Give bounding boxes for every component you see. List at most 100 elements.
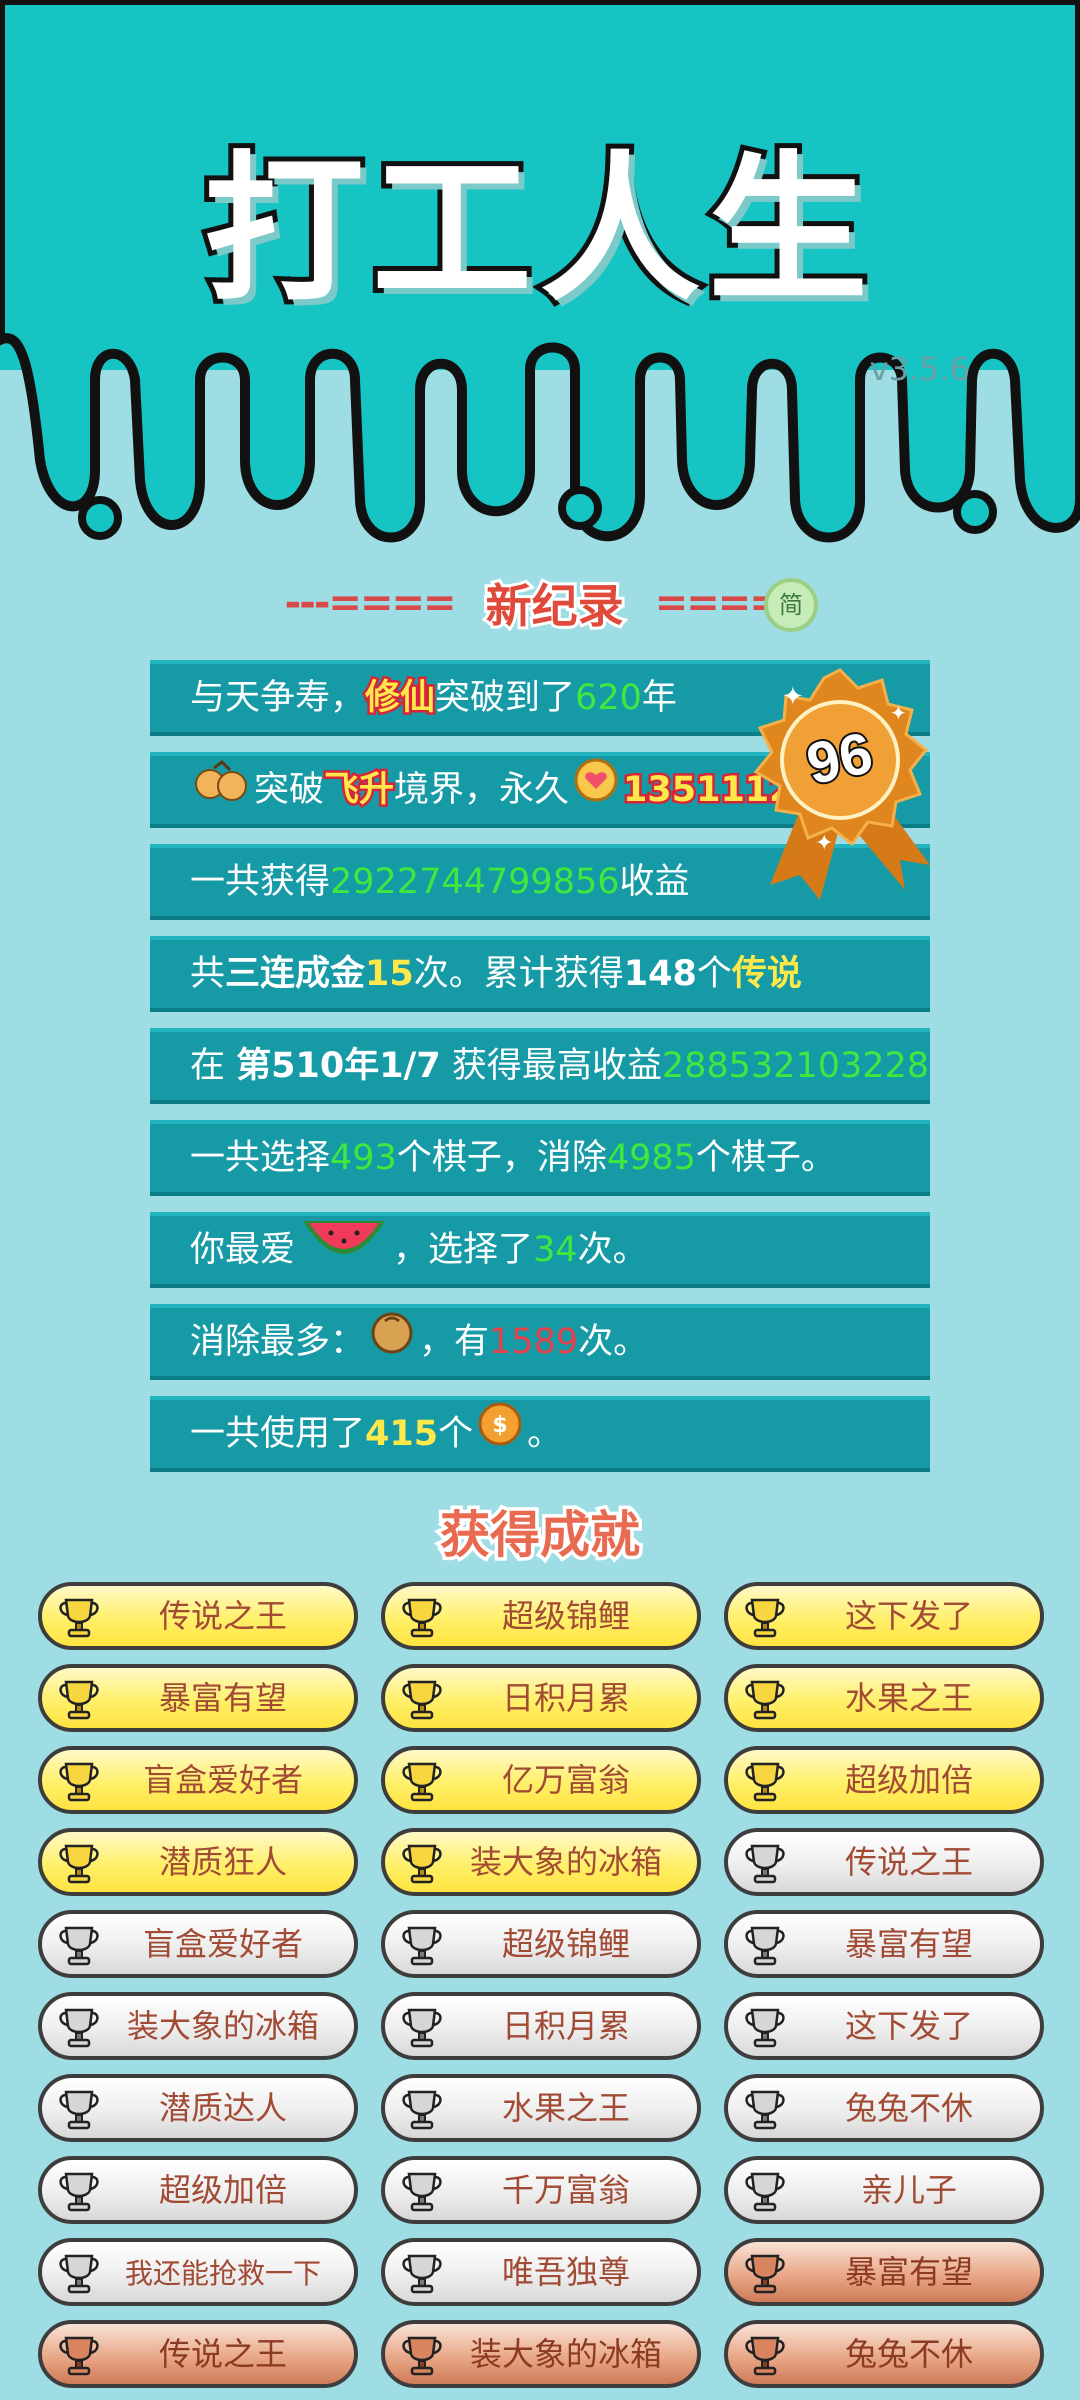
- stat-text: 年: [641, 678, 677, 718]
- achievement-label: 兔兔不休: [844, 2089, 973, 2127]
- achievement-label: 我还能抢救一下: [124, 2257, 321, 2290]
- trophy-icon: [742, 1922, 788, 1968]
- achievement-label: 这下发了: [844, 1597, 973, 1635]
- achievements-grid: 传说之王 超级锦鲤 这下发了 暴富有望 日积月累 水果之王 盲盒爱好者 亿万富翁 超级加倍 潜质狂…: [38, 1582, 1044, 2388]
- achievement-badge[interactable]: 这下发了: [724, 1582, 1044, 1650]
- stat-row: 一共选择493个棋子，消除4985个棋子。: [150, 1120, 930, 1196]
- achievement-badge[interactable]: 唯吾独尊: [381, 2238, 701, 2306]
- stat-text: ，选择了: [393, 1230, 534, 1270]
- achievement-label: 传说之王: [844, 1843, 973, 1881]
- stat-row: 一共使用了415个 $ 。: [150, 1396, 930, 1472]
- achievement-badge[interactable]: 超级加倍: [724, 1746, 1044, 1814]
- achievement-label: 唯吾独尊: [501, 2253, 630, 2291]
- achievement-badge[interactable]: 盲盒爱好者: [38, 1910, 358, 1978]
- achievement-label: 传说之王: [158, 1597, 287, 1635]
- achievement-badge[interactable]: 日积月累: [381, 1992, 701, 2060]
- achievement-badge[interactable]: 传说之王: [38, 1582, 358, 1650]
- stat-text: 突破到了: [435, 678, 576, 718]
- achievement-badge[interactable]: 暴富有望: [38, 1664, 358, 1732]
- achievement-label: 暴富有望: [844, 2253, 973, 2291]
- trophy-icon: [742, 2168, 788, 2214]
- achievement-label: 暴富有望: [158, 1679, 287, 1717]
- stat-text: 一共获得: [190, 862, 331, 902]
- achievement-badge[interactable]: 超级锦鲤: [381, 1910, 701, 1978]
- achievement-badge[interactable]: 装大象的冰箱: [38, 1992, 358, 2060]
- simplified-toggle-button[interactable]: 简: [764, 578, 818, 632]
- achievement-badge[interactable]: 盲盒爱好者: [38, 1746, 358, 1814]
- trophy-icon: [56, 1922, 102, 1968]
- trophy-icon: [56, 2004, 102, 2050]
- stat-text: 在: [190, 1046, 237, 1086]
- achievement-badge[interactable]: 千万富翁: [381, 2156, 701, 2224]
- achievement-badge[interactable]: 潜质狂人: [38, 1828, 358, 1896]
- stat-text: 个: [696, 954, 732, 994]
- trophy-icon: [742, 1758, 788, 1804]
- achievement-label: 超级锦鲤: [501, 1925, 630, 1963]
- stat-text: 获得最高收益: [440, 1046, 662, 1086]
- trophy-icon: [742, 2004, 788, 2050]
- achievement-badge[interactable]: 这下发了: [724, 1992, 1044, 2060]
- achievement-badge[interactable]: 暴富有望: [724, 2238, 1044, 2306]
- achievements-title: 获得成就: [437, 1503, 644, 1568]
- achievement-badge[interactable]: 超级锦鲤: [381, 1582, 701, 1650]
- app-title: 打工人生: [199, 131, 876, 328]
- achievement-badge[interactable]: 我还能抢救一下: [38, 2238, 358, 2306]
- achievement-label: 千万富翁: [501, 2171, 630, 2209]
- stat-row: 在 第510年1/7 获得最高收益288532103228: [150, 1028, 930, 1104]
- stat-text: 次。: [578, 1322, 649, 1362]
- achievement-badge[interactable]: 暴富有望: [724, 1910, 1044, 1978]
- stat-text: 4985: [606, 1138, 696, 1178]
- stat-text: 415: [365, 1414, 439, 1454]
- achievement-badge[interactable]: 亿万富翁: [381, 1746, 701, 1814]
- achievement-label: 亲儿子: [860, 2171, 957, 2209]
- achievement-badge[interactable]: 亲儿子: [724, 2156, 1044, 2224]
- achievement-badge[interactable]: 传说之王: [724, 1828, 1044, 1896]
- achievement-badge[interactable]: 装大象的冰箱: [381, 1828, 701, 1896]
- stat-row: 消除最多： ，有1589次。: [150, 1304, 930, 1380]
- achievement-label: 装大象的冰箱: [469, 1843, 662, 1881]
- stat-text: 620: [575, 678, 642, 718]
- trophy-icon: [56, 2332, 102, 2378]
- stat-text: 15: [365, 954, 414, 994]
- achievement-label: 装大象的冰箱: [126, 2007, 319, 2045]
- trophy-icon: [399, 1594, 445, 1640]
- achievement-label: 装大象的冰箱: [469, 2335, 662, 2373]
- trophy-icon: [742, 2332, 788, 2378]
- trophy-icon: [742, 2250, 788, 2296]
- achievement-label: 水果之王: [501, 2089, 630, 2127]
- achievement-badge[interactable]: 日积月累: [381, 1664, 701, 1732]
- achievement-badge[interactable]: 装大象的冰箱: [381, 2320, 701, 2388]
- trophy-icon: [742, 2086, 788, 2132]
- header: 打工人生 v3.5.6: [0, 0, 1080, 560]
- achievement-badge[interactable]: 超级加倍: [38, 2156, 358, 2224]
- achievement-badge[interactable]: 水果之王: [724, 1664, 1044, 1732]
- stat-text: 次。: [577, 1230, 648, 1270]
- achievement-badge[interactable]: 兔兔不休: [724, 2320, 1044, 2388]
- achievement-badge[interactable]: 传说之王: [38, 2320, 358, 2388]
- stat-text: 三连成金: [225, 954, 366, 994]
- medal-value: 96: [801, 720, 878, 797]
- stat-text: 传说: [731, 954, 802, 994]
- trophy-icon: [399, 2086, 445, 2132]
- stat-text: 消除最多：: [190, 1322, 366, 1362]
- stat-text: 与天争寿，: [190, 678, 366, 718]
- achievement-label: 暴富有望: [844, 1925, 973, 1963]
- svg-text:✦: ✦: [815, 831, 833, 856]
- achievement-label: 潜质狂人: [158, 1843, 287, 1881]
- coin-icon: $: [477, 1401, 523, 1469]
- stat-text: 共: [190, 954, 226, 994]
- medal-badge: 96 ✦ ✦ ✦: [740, 660, 970, 900]
- trophy-icon: [56, 2250, 102, 2296]
- achievement-badge[interactable]: 兔兔不休: [724, 2074, 1044, 2142]
- version-label: v3.5.6: [869, 350, 970, 388]
- stat-text: 。: [527, 1414, 563, 1454]
- record-dash-left: ---====: [284, 580, 457, 626]
- trophy-icon: [399, 1758, 445, 1804]
- trophy-icon: [742, 1676, 788, 1722]
- nut-icon: [369, 1309, 415, 1377]
- achievement-label: 这下发了: [844, 2007, 973, 2045]
- stat-row: 共三连成金15次。累计获得148个传说: [150, 936, 930, 1012]
- achievement-badge[interactable]: 水果之王: [381, 2074, 701, 2142]
- achievement-badge[interactable]: 潜质达人: [38, 2074, 358, 2142]
- achievement-label: 超级加倍: [844, 1761, 973, 1799]
